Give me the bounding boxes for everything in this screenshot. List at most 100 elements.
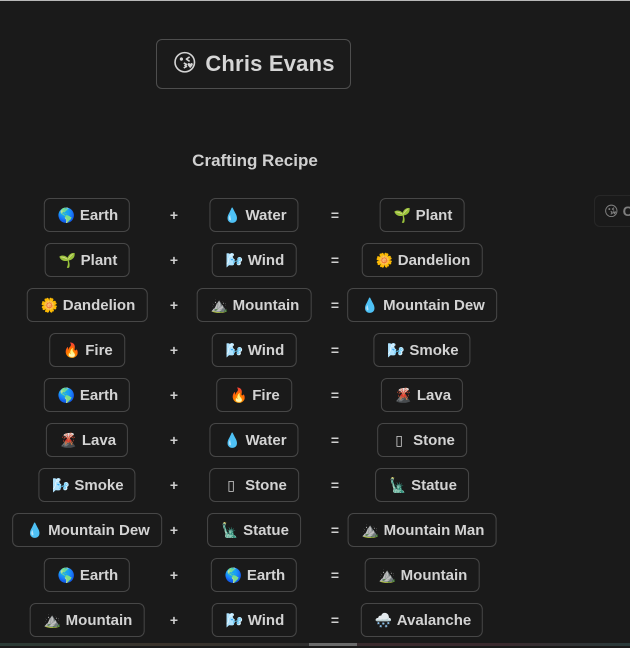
- recipe-row: 🌎 Earth + 💧 Water = 🌱 Plant: [0, 198, 510, 243]
- statue-of-liberty-icon: 🗽: [389, 477, 407, 493]
- first-ingredient-element-label: Plant: [80, 251, 118, 269]
- earth-globe-icon: 🌎: [224, 567, 243, 583]
- result-element-button[interactable]: 🌋 Lava: [380, 378, 464, 412]
- second-ingredient-element-button[interactable]: 🌎 Earth: [210, 558, 298, 592]
- wind-face-icon: 🌬️: [387, 342, 405, 358]
- first-ingredient-cell: 🌎 Earth: [43, 378, 131, 412]
- first-ingredient-element-button[interactable]: 💧 Mountain Dew: [12, 513, 162, 547]
- first-ingredient-element-button[interactable]: 🌎 Earth: [43, 378, 131, 412]
- result-cell: 🌱 Plant: [379, 198, 465, 232]
- second-ingredient-element-label: Water: [245, 431, 287, 449]
- plus-sign: +: [169, 387, 179, 403]
- first-ingredient-cell: 🌼 Dandelion: [26, 288, 148, 322]
- first-ingredient-cell: 🌎 Earth: [43, 198, 131, 232]
- second-ingredient-element-label: Statue: [243, 521, 289, 539]
- result-cell: ▯ Stone: [377, 423, 467, 457]
- equals-sign: =: [330, 432, 340, 448]
- second-ingredient-element-button[interactable]: ⛰️ Mountain: [196, 288, 312, 322]
- first-ingredient-cell: ⛰️ Mountain: [29, 603, 145, 637]
- earth-globe-icon: 🌎: [57, 567, 76, 583]
- recipe-row: ⛰️ Mountain + 🌬️ Wind = 🌨️ Avalanche: [0, 603, 510, 648]
- second-ingredient-element-button[interactable]: 🌬️ Wind: [211, 603, 297, 637]
- result-cell: ⛰️ Mountain Man: [347, 513, 497, 547]
- first-ingredient-cell: 🌎 Earth: [43, 558, 131, 592]
- equals-sign: =: [330, 477, 340, 493]
- second-ingredient-element-button[interactable]: 🔥 Fire: [216, 378, 292, 412]
- first-ingredient-element-label: Lava: [81, 431, 117, 449]
- second-ingredient-element-label: Wind: [247, 341, 285, 359]
- first-ingredient-cell: 🔥 Fire: [49, 333, 125, 367]
- result-element-button[interactable]: 🌱 Plant: [379, 198, 465, 232]
- second-ingredient-cell: 💧 Water: [209, 423, 299, 457]
- result-element-label: Stone: [413, 431, 455, 449]
- first-ingredient-element-label: Mountain Dew: [48, 521, 150, 539]
- result-element-button[interactable]: 🌨️ Avalanche: [360, 603, 484, 637]
- equals-sign: =: [330, 297, 340, 313]
- side-element-name: C: [622, 203, 630, 219]
- plus-sign: +: [169, 207, 179, 223]
- recipe-row: 💧 Mountain Dew + 🗽 Statue = ⛰️ Mountain Man: [0, 513, 510, 558]
- statue-of-liberty-icon: 🗽: [221, 522, 239, 538]
- second-ingredient-cell: 🌎 Earth: [210, 558, 298, 592]
- equals-sign: =: [330, 567, 340, 583]
- result-element-button[interactable]: 💧 Mountain Dew: [347, 288, 497, 322]
- earth-globe-icon: 🌎: [57, 387, 76, 403]
- plus-sign: +: [169, 477, 179, 493]
- mountain-icon: ⛰️: [210, 297, 229, 313]
- first-ingredient-element-button[interactable]: ⛰️ Mountain: [29, 603, 145, 637]
- side-element-badge[interactable]: 😘 C: [594, 195, 630, 227]
- volcano-icon: 🌋: [59, 432, 78, 448]
- dandelion-flower-icon: 🌼: [375, 252, 394, 268]
- result-element-button[interactable]: 🗽 Statue: [375, 468, 469, 502]
- recipe-row: 🌱 Plant + 🌬️ Wind = 🌼 Dandelion: [0, 243, 510, 288]
- second-ingredient-element-label: Earth: [246, 566, 286, 584]
- second-ingredient-element-button[interactable]: 💧 Water: [209, 423, 299, 457]
- first-ingredient-cell: 🌬️ Smoke: [38, 468, 136, 502]
- first-ingredient-element-button[interactable]: 🌋 Lava: [45, 423, 129, 457]
- first-ingredient-element-button[interactable]: 🌎 Earth: [43, 558, 131, 592]
- second-ingredient-element-button[interactable]: 🌬️ Wind: [211, 333, 297, 367]
- result-element-label: Dandelion: [397, 251, 471, 269]
- plus-sign: +: [169, 432, 179, 448]
- equals-sign: =: [330, 207, 340, 223]
- result-element-button[interactable]: ⛰️ Mountain Man: [347, 513, 497, 547]
- result-element-button[interactable]: ⛰️ Mountain: [364, 558, 480, 592]
- second-ingredient-element-button[interactable]: ▯ Stone: [209, 468, 299, 502]
- snow-cloud-icon: 🌨️: [374, 612, 393, 628]
- water-droplet-icon: 💧: [223, 432, 241, 448]
- result-cell: 🗽 Statue: [375, 468, 469, 502]
- equals-sign: =: [330, 522, 340, 538]
- first-ingredient-element-label: Earth: [79, 386, 119, 404]
- second-ingredient-element-button[interactable]: 💧 Water: [209, 198, 299, 232]
- stone-missing-glyph-icon: ▯: [395, 432, 404, 448]
- result-cell: 🌋 Lava: [380, 378, 464, 412]
- second-ingredient-element-button[interactable]: 🗽 Statue: [207, 513, 301, 547]
- first-ingredient-element-button[interactable]: 🌬️ Smoke: [38, 468, 136, 502]
- seedling-icon: 🌱: [58, 252, 77, 268]
- recipe-row: 🌋 Lava + 💧 Water = ▯ Stone: [0, 423, 510, 468]
- first-ingredient-element-label: Dandelion: [62, 296, 136, 314]
- result-element-button[interactable]: ▯ Stone: [377, 423, 467, 457]
- first-ingredient-element-button[interactable]: 🌱 Plant: [44, 243, 130, 277]
- first-ingredient-cell: 🌋 Lava: [45, 423, 129, 457]
- second-ingredient-element-label: Wind: [247, 611, 285, 629]
- result-element-label: Avalanche: [396, 611, 472, 629]
- first-ingredient-element-button[interactable]: 🔥 Fire: [49, 333, 125, 367]
- recipe-row: 🔥 Fire + 🌬️ Wind = 🌬️ Smoke: [0, 333, 510, 378]
- result-element-name: Chris Evans: [205, 51, 335, 76]
- recipe-row: 🌬️ Smoke + ▯ Stone = 🗽 Statue: [0, 468, 510, 513]
- result-element-label: Lava: [416, 386, 452, 404]
- second-ingredient-cell: 🌬️ Wind: [211, 243, 297, 277]
- stone-missing-glyph-icon: ▯: [227, 477, 236, 493]
- plus-sign: +: [169, 612, 179, 628]
- first-ingredient-element-button[interactable]: 🌼 Dandelion: [26, 288, 148, 322]
- second-ingredient-cell: 💧 Water: [209, 198, 299, 232]
- fire-icon: 🔥: [63, 342, 81, 358]
- plus-sign: +: [169, 567, 179, 583]
- result-element-button[interactable]: 🌬️ Smoke: [373, 333, 471, 367]
- second-ingredient-element-button[interactable]: 🌬️ Wind: [211, 243, 297, 277]
- first-ingredient-element-button[interactable]: 🌎 Earth: [43, 198, 131, 232]
- water-droplet-icon: 💧: [223, 207, 241, 223]
- result-element-button[interactable]: 🌼 Dandelion: [361, 243, 483, 277]
- recipe-row: 🌼 Dandelion + ⛰️ Mountain = 💧 Mountain Dew: [0, 288, 510, 333]
